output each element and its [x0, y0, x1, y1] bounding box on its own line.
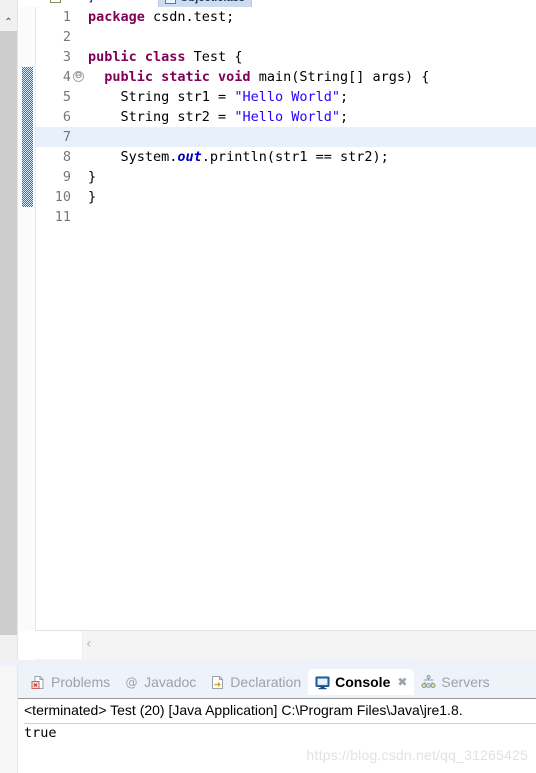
code-token: csdn.test;: [144, 9, 235, 25]
workbench-vertical-scrollbar[interactable]: ⌃: [0, 0, 18, 660]
console-header-divider: [24, 723, 536, 724]
line-number: 1: [62, 9, 71, 25]
code-line[interactable]: 4 ⊖ public static void main(String[] args…: [36, 67, 536, 87]
declaration-icon: [210, 675, 225, 690]
code-line[interactable]: 3 public class Test {: [36, 47, 536, 67]
code-line[interactable]: 9}: [36, 167, 536, 187]
code-fold-collapse-icon[interactable]: ⊖: [73, 71, 84, 82]
line-number: 10: [54, 189, 71, 205]
line-number: 8: [62, 149, 71, 165]
view-tab-console[interactable]: Console ✖: [308, 669, 415, 695]
view-tab-servers[interactable]: Servers: [414, 669, 496, 695]
line-number: 4: [62, 69, 71, 85]
close-icon[interactable]: ✖: [397, 675, 407, 689]
problems-icon: [31, 675, 46, 690]
code-token: Test {: [185, 49, 243, 65]
svg-text:@: @: [126, 675, 138, 689]
view-tab-label: Console: [335, 674, 391, 690]
code-token: .println(str1 == str2);: [201, 149, 389, 165]
line-number: 3: [62, 49, 71, 65]
code-token: }: [88, 169, 97, 185]
code-line[interactable]: 2: [36, 27, 536, 47]
console-output-text: true: [24, 725, 57, 741]
code-line[interactable]: 1 package csdn.test;: [36, 7, 536, 27]
editor-tab-object-class[interactable]: Object.class: [158, 0, 252, 7]
view-tab-label: Problems: [51, 674, 111, 690]
view-tab-bar: Problems @ Javadoc Declaration Console ✖ Serve…: [18, 666, 536, 698]
code-line[interactable]: 8 System.out.println(str1 == str2);: [36, 147, 536, 167]
code-line-text: System.out.println(str1 == str2);: [88, 147, 389, 167]
code-token: String str2 =: [88, 109, 235, 125]
code-token: ;: [339, 109, 349, 125]
code-line-text: String str2 = "Hello World";: [88, 107, 349, 127]
editor-tab-test-java[interactable]: Test.java: [44, 0, 118, 7]
code-line-text: }: [88, 167, 96, 187]
code-token: }: [88, 189, 97, 205]
view-tab-label: Servers: [441, 674, 490, 690]
code-token: main(String[] args) {: [250, 69, 430, 85]
javadoc-icon: @: [124, 675, 139, 690]
bottom-view-stack: Problems @ Javadoc Declaration Console ✖ Serve…: [0, 666, 536, 773]
code-token: "Hello World": [234, 89, 340, 105]
code-line[interactable]: 7: [36, 127, 536, 147]
view-tab-declaration[interactable]: Declaration: [203, 669, 308, 695]
code-line-text: String str1 = "Hello World";: [88, 87, 349, 107]
code-line-text: }: [88, 187, 96, 207]
code-token: ;: [339, 89, 349, 105]
view-tab-label: Declaration: [230, 674, 302, 690]
code-line-text: public class Test {: [88, 47, 242, 67]
code-token: System.: [88, 149, 178, 165]
code-token: out: [177, 149, 202, 165]
code-token: String str1 =: [88, 89, 235, 105]
bottom-panel-gutter: [0, 666, 18, 773]
view-tab-problems[interactable]: Problems: [24, 669, 117, 695]
code-line[interactable]: 10}: [36, 187, 536, 207]
console-view[interactable]: <terminated> Test (20) [Java Application…: [18, 698, 536, 773]
code-line[interactable]: 11: [36, 207, 536, 227]
code-token: "Hello World": [234, 109, 340, 125]
line-number: 7: [62, 129, 71, 145]
line-number: 5: [62, 89, 71, 105]
editor-tab-label: Object.class: [180, 0, 245, 7]
changed-lines-marker: [22, 67, 33, 207]
console-icon: [315, 675, 330, 690]
code-token: package: [88, 9, 145, 25]
line-number: 6: [62, 109, 71, 125]
view-tab-javadoc[interactable]: @ Javadoc: [117, 669, 203, 695]
code-line-text: package csdn.test;: [88, 7, 234, 27]
source-code-viewer[interactable]: 1 package csdn.test; 2 3 public class Test {…: [36, 7, 536, 631]
editor-tab-bar: Test.java Object.class: [36, 0, 536, 7]
servers-icon: [421, 674, 436, 690]
console-launch-header: <terminated> Test (20) [Java Application…: [24, 702, 463, 718]
code-line[interactable]: 5 String str1 = "Hello World";: [36, 87, 536, 107]
editor-area: Test.java Object.class 1 package csdn.tes…: [18, 0, 536, 660]
eclipse-workbench: ⌃ Test.java Object.class 1 package csdn.t…: [0, 0, 536, 773]
code-token: public class: [88, 49, 186, 65]
code-token: public static void: [104, 69, 251, 85]
view-tab-label: Javadoc: [144, 674, 197, 690]
scroll-up-arrow-icon[interactable]: ⌃: [0, 14, 17, 31]
watermark-text: https://blog.csdn.net/qq_31265425: [306, 747, 528, 763]
class-file-icon: [165, 0, 176, 4]
line-number: 9: [62, 169, 71, 185]
java-file-icon: [50, 0, 61, 3]
code-line[interactable]: 6 String str2 = "Hello World";: [36, 107, 536, 127]
line-number: 11: [54, 209, 71, 225]
editor-tab-label: Test.java: [65, 0, 111, 7]
scrollbar-thumb[interactable]: [0, 31, 17, 635]
editor-horizontal-scrollbar[interactable]: ‹: [36, 630, 536, 660]
editor-change-ruler[interactable]: [18, 7, 36, 631]
code-line-text: public static void main(String[] args) {: [88, 67, 429, 87]
scroll-left-arrow-icon[interactable]: ‹: [86, 637, 92, 651]
line-number: 2: [62, 29, 71, 45]
scrollbar-trough-cap: [36, 631, 83, 659]
